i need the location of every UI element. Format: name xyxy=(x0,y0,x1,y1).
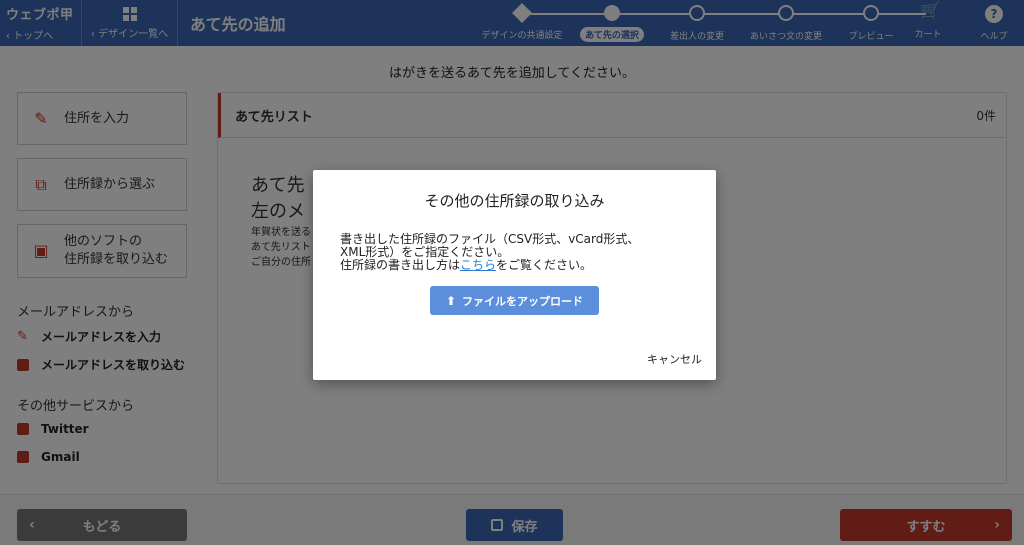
export-help-link[interactable]: こちら xyxy=(460,258,496,272)
cancel-button[interactable]: キャンセル xyxy=(647,351,702,367)
modal-title: その他の住所録の取り込み xyxy=(424,192,605,210)
modal-text-line1: 書き出した住所録のファイル（CSV形式、vCard形式、 xyxy=(340,232,640,246)
modal-text-line2: XML形式）をご指定ください。 xyxy=(340,245,510,259)
modal-description: 書き出した住所録のファイル（CSV形式、vCard形式、 XML形式）をご指定く… xyxy=(340,233,700,272)
import-other-address-book-dialog: その他の住所録の取り込み 書き出した住所録のファイル（CSV形式、vCard形式… xyxy=(313,170,716,380)
upload-icon: ⬆ xyxy=(445,293,457,308)
modal-text-line3-pre: 住所録の書き出し方は xyxy=(340,258,461,272)
upload-file-button[interactable]: ⬆ ファイルをアップロード xyxy=(430,286,599,315)
upload-label: ファイルをアップロード xyxy=(462,294,584,308)
modal-text-line3-post: をご覧ください。 xyxy=(496,258,593,272)
